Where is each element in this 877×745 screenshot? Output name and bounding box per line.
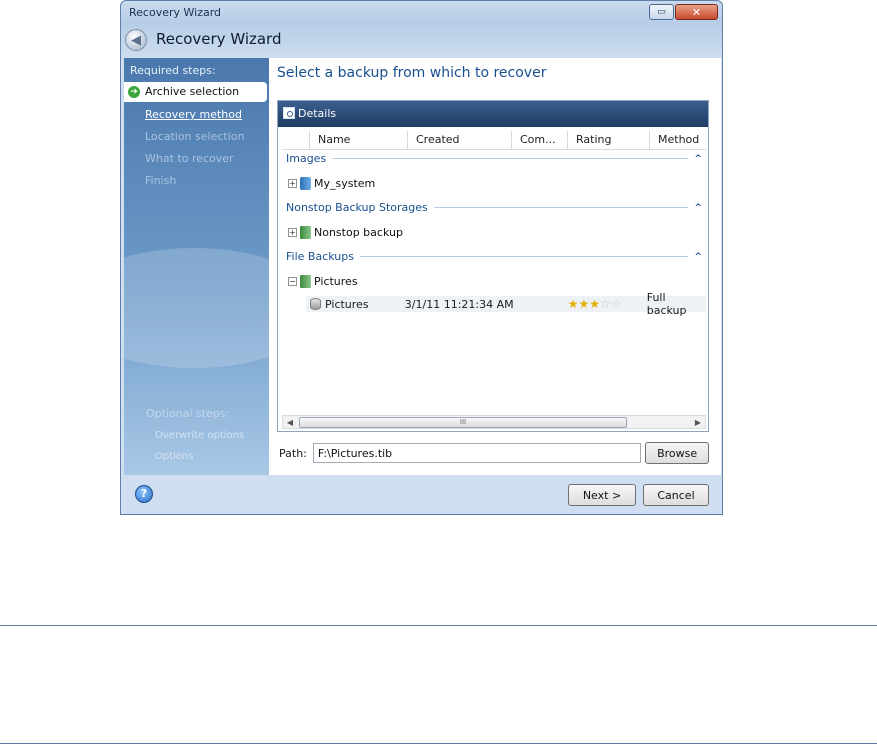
sidebar-item-recovery-method[interactable]: Recovery method [124,105,269,125]
required-steps-heading: Required steps: [130,64,216,77]
sidebar-item-options: Options [155,451,194,462]
scroll-left-icon[interactable]: ◀ [283,418,297,427]
path-row: Path: Browse [277,441,709,465]
group-label: File Backups [286,250,354,263]
collapse-minus-icon[interactable]: − [288,276,297,286]
tree-row-nonstop-backup[interactable]: + Nonstop backup [288,224,403,240]
group-label: Nonstop Backup Storages [286,201,428,214]
restore-button[interactable]: ▭ [649,4,674,20]
group-divider [359,256,689,257]
disk-image-icon [300,176,311,190]
window-controls: ▭ ✕ [648,4,718,20]
star-empty-icon[interactable]: ☆ [600,297,611,311]
star-empty-icon[interactable]: ☆ [611,297,622,311]
back-arrow-icon: ◀ [131,32,141,48]
steps-sidebar: Required steps: ➔ Archive selection Reco… [124,58,269,475]
help-icon[interactable]: ? [135,485,153,503]
nonstop-backup-icon [300,225,311,239]
sidebar-item-archive-selection[interactable]: ➔ Archive selection [124,82,267,102]
sidebar-item-finish: Finish [124,171,269,191]
star-filled-icon[interactable]: ★ [579,297,590,311]
optional-steps-heading: Optional steps: [146,407,230,420]
tree-row-my-system[interactable]: + My_system [288,175,375,191]
page-divider [0,625,877,626]
wizard-footer: ? Next > Cancel [121,476,722,514]
window-title: Recovery Wizard [129,6,222,19]
column-header-rating[interactable]: Rating [568,131,650,149]
column-header-row: Name Created Com... Rating Method [282,131,706,150]
title-bar[interactable]: Recovery Wizard ▭ ✕ [121,1,722,23]
cell-created: 3/1/11 11:21:34 AM [404,297,514,311]
path-input[interactable] [312,443,642,463]
backup-archive-icon [310,298,321,310]
sidebar-decoration [124,248,269,368]
details-toolbar[interactable]: Details [278,101,708,127]
group-header-file-backups[interactable]: File Backups ^ [286,250,706,263]
page-divider [0,743,877,744]
next-button[interactable]: Next > [568,484,636,506]
back-button[interactable]: ◀ [125,29,147,51]
collapse-chevron-icon[interactable]: ^ [694,252,702,262]
current-step-arrow-icon: ➔ [128,86,140,98]
horizontal-scrollbar[interactable]: ◀ III ▶ [282,415,706,429]
sidebar-item-label: What to recover [145,152,234,165]
backup-list-panel: Details Name Created Com... Rating Metho… [277,100,709,432]
file-name: Pictures [325,297,369,311]
column-header-name[interactable]: Name [310,131,408,149]
expand-plus-icon[interactable]: + [288,178,297,188]
main-content: Select a backup from which to recover De… [269,58,721,475]
group-divider [332,158,689,159]
wizard-heading: Recovery Wizard [156,30,282,48]
close-button[interactable]: ✕ [675,4,718,20]
sidebar-item-location-selection: Location selection [124,127,269,147]
tree-row-pictures-folder[interactable]: − Pictures [288,273,358,289]
close-icon: ✕ [691,5,702,19]
sidebar-item-what-to-recover: What to recover [124,149,269,169]
group-header-nonstop[interactable]: Nonstop Backup Storages ^ [286,201,706,214]
wizard-header: ◀ Recovery Wizard [121,23,722,55]
path-label: Path: [279,446,307,460]
recovery-wizard-window: Recovery Wizard ▭ ✕ ◀ Recovery Wizard Re… [120,0,723,515]
file-backup-icon [300,274,311,288]
group-divider [433,207,689,208]
group-header-images[interactable]: Images ^ [286,152,706,165]
expand-plus-icon[interactable]: + [288,227,297,237]
tree-item-label: Nonstop backup [314,225,403,239]
details-label: Details [298,107,337,120]
restore-icon: ▭ [657,7,666,17]
column-header-created[interactable]: Created [408,131,512,149]
table-row[interactable]: Pictures 3/1/11 11:21:34 AM ★ ★ ★ ☆ ☆ Full b… [306,291,706,317]
cancel-button[interactable]: Cancel [643,484,709,506]
scroll-right-icon[interactable]: ▶ [691,418,705,427]
sidebar-item-label: Archive selection [145,85,240,98]
collapse-chevron-icon[interactable]: ^ [694,203,702,213]
sidebar-item-overwrite-options: Overwrite options [155,430,245,441]
group-label: Images [286,152,327,165]
column-header-method[interactable]: Method [650,131,706,149]
browse-button[interactable]: Browse [645,442,709,464]
sidebar-item-label: Location selection [145,130,245,143]
column-header-blank [282,131,310,149]
column-header-comment[interactable]: Com... [512,131,568,149]
sidebar-item-label: Recovery method [145,108,242,121]
sidebar-item-label: Finish [145,174,177,187]
collapse-chevron-icon[interactable]: ^ [694,154,702,164]
star-filled-icon[interactable]: ★ [568,297,579,311]
cell-name: Pictures [306,298,405,311]
rating-stars[interactable]: ★ ★ ★ ☆ ☆ [568,297,647,311]
tree-item-label: My_system [314,176,376,190]
details-icon [283,107,295,119]
tree-item-label: Pictures [314,274,358,288]
star-filled-icon[interactable]: ★ [589,297,600,311]
scrollbar-thumb[interactable]: III [299,417,627,428]
page-title: Select a backup from which to recover [277,65,547,81]
cell-method: Full backup [646,291,687,317]
